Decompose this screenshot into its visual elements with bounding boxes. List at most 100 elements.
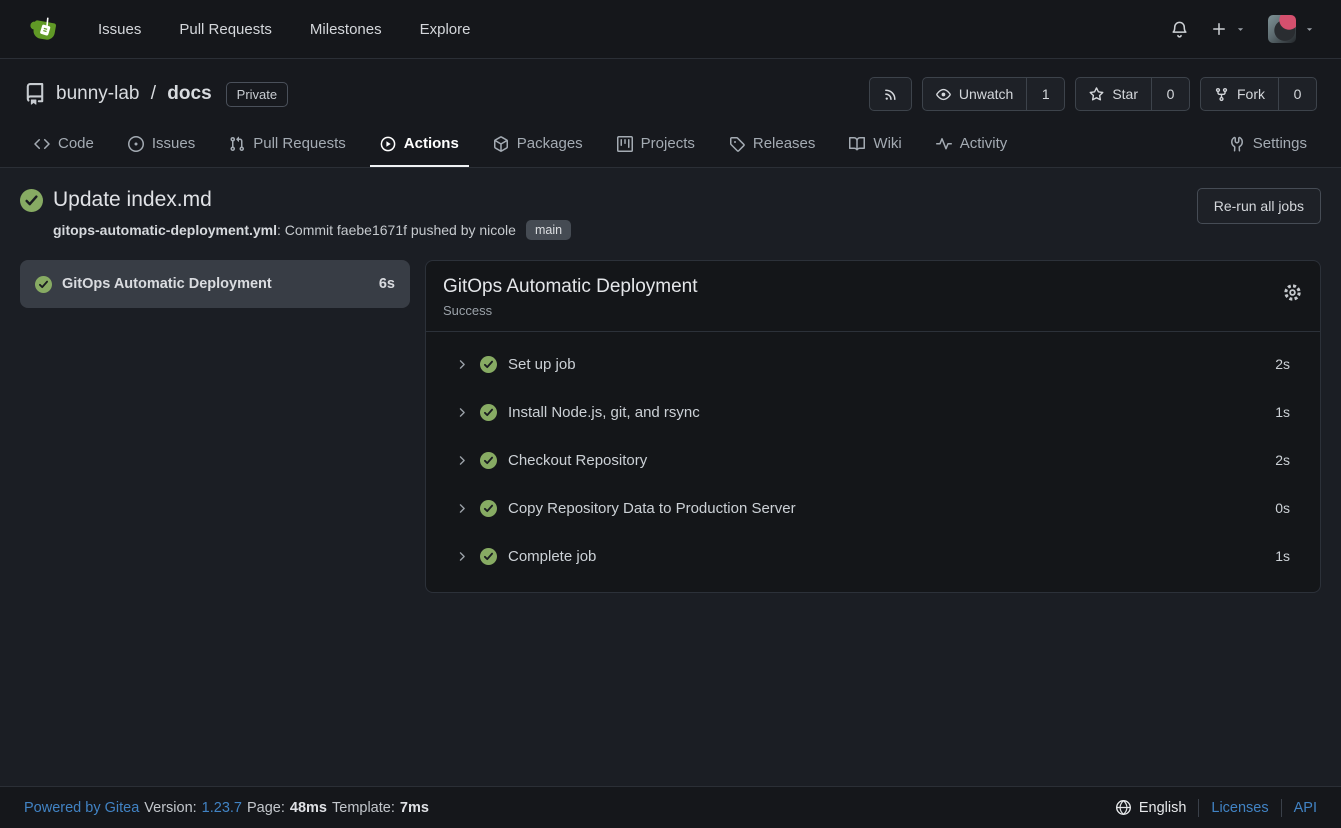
user-avatar (1268, 15, 1296, 43)
licenses-link[interactable]: Licenses (1211, 800, 1268, 816)
run-title: Update index.md (53, 188, 212, 212)
job-status: Success (443, 303, 698, 318)
success-check-icon (480, 500, 497, 517)
step-duration: 2s (1275, 356, 1290, 372)
repo-tabs: Code Issues Pull Requests Actions Packag… (24, 123, 1317, 167)
nav-link-issues[interactable]: Issues (98, 21, 141, 38)
watchers-count[interactable]: 1 (1026, 78, 1064, 110)
step-row[interactable]: Copy Repository Data to Production Serve… (426, 484, 1320, 532)
step-name: Complete job (508, 548, 596, 565)
tab-label: Wiki (873, 135, 901, 152)
rss-button[interactable] (869, 77, 912, 111)
user-menu-dropdown[interactable] (1268, 15, 1315, 43)
success-check-icon (480, 404, 497, 421)
step-duration: 1s (1275, 404, 1290, 420)
repo-header: bunny-lab / docs Private Unwatch 1 (0, 59, 1341, 168)
tab-actions[interactable]: Actions (370, 123, 469, 167)
template-time: 7ms (400, 800, 429, 816)
job-duration: 6s (379, 276, 395, 292)
chevron-right-icon[interactable] (456, 502, 469, 515)
success-check-icon (20, 189, 43, 212)
unwatch-button[interactable]: Unwatch (923, 78, 1026, 110)
language-label: English (1139, 800, 1187, 816)
step-list: Set up job 2s Install Node.js, git, and … (426, 332, 1320, 592)
tab-settings[interactable]: Settings (1219, 123, 1317, 167)
star-label: Star (1112, 86, 1138, 102)
fork-button[interactable]: Fork (1201, 78, 1278, 110)
success-check-icon (35, 276, 52, 293)
repo-separator: / (151, 83, 156, 104)
job-list: GitOps Automatic Deployment 6s (20, 260, 410, 308)
tab-label: Releases (753, 135, 816, 152)
step-name: Copy Repository Data to Production Serve… (508, 500, 796, 517)
tab-label: Projects (641, 135, 695, 152)
tab-pull-requests[interactable]: Pull Requests (219, 123, 356, 167)
success-check-icon (480, 548, 497, 565)
chevron-right-icon[interactable] (456, 406, 469, 419)
nav-link-milestones[interactable]: Milestones (310, 21, 382, 38)
repo-icon (24, 83, 46, 105)
code-icon (34, 136, 50, 152)
step-row[interactable]: Install Node.js, git, and rsync 1s (426, 388, 1320, 436)
unwatch-label: Unwatch (959, 86, 1013, 102)
tab-projects[interactable]: Projects (607, 123, 705, 167)
repo-name-link[interactable]: docs (167, 83, 211, 104)
star-button[interactable]: Star (1076, 78, 1151, 110)
bell-icon (1170, 20, 1189, 39)
branch-badge[interactable]: main (526, 220, 571, 240)
play-circle-icon (380, 136, 396, 152)
gear-icon[interactable] (1282, 282, 1303, 303)
step-duration: 0s (1275, 500, 1290, 516)
gitea-logo-icon[interactable] (26, 11, 62, 47)
rerun-all-jobs-button[interactable]: Re-run all jobs (1197, 188, 1321, 224)
nav-link-explore[interactable]: Explore (420, 21, 471, 38)
book-icon (849, 136, 865, 152)
page-label: Page: (247, 800, 285, 816)
tab-label: Activity (960, 135, 1008, 152)
tab-label: Settings (1253, 135, 1307, 152)
step-duration: 1s (1275, 548, 1290, 564)
step-name: Checkout Repository (508, 452, 647, 469)
step-duration: 2s (1275, 452, 1290, 468)
template-label: Template: (332, 800, 395, 816)
pulse-icon (936, 136, 952, 152)
job-detail-title: GitOps Automatic Deployment (443, 276, 698, 298)
chevron-right-icon[interactable] (456, 358, 469, 371)
chevron-down-icon (1235, 24, 1246, 35)
version-link[interactable]: 1.23.7 (202, 800, 242, 816)
notifications-button[interactable] (1170, 20, 1189, 39)
forks-count[interactable]: 0 (1278, 78, 1316, 110)
chevron-down-icon (1304, 24, 1315, 35)
tab-releases[interactable]: Releases (719, 123, 826, 167)
repo-breadcrumb: bunny-lab / docs (56, 83, 212, 105)
top-navbar: Issues Pull Requests Milestones Explore (0, 0, 1341, 59)
plus-icon (1211, 21, 1227, 37)
step-row[interactable]: Set up job 2s (426, 340, 1320, 388)
api-link[interactable]: API (1294, 800, 1317, 816)
job-detail-panel: GitOps Automatic Deployment Success Set … (425, 260, 1321, 593)
job-detail-header: GitOps Automatic Deployment Success (426, 261, 1320, 332)
footer: Powered by Gitea Version: 1.23.7 Page: 4… (0, 786, 1341, 828)
rss-icon (883, 87, 898, 102)
tab-wiki[interactable]: Wiki (839, 123, 911, 167)
language-selector[interactable]: English (1115, 799, 1187, 816)
tab-code[interactable]: Code (24, 123, 104, 167)
nav-link-pull-requests[interactable]: Pull Requests (179, 21, 272, 38)
tab-activity[interactable]: Activity (926, 123, 1018, 167)
workflow-file-link[interactable]: gitops-automatic-deployment.yml (53, 222, 277, 238)
step-row[interactable]: Checkout Repository 2s (426, 436, 1320, 484)
powered-by-gitea-link[interactable]: Powered by Gitea (24, 800, 139, 816)
tab-label: Actions (404, 135, 459, 152)
globe-icon (1115, 799, 1132, 816)
chevron-right-icon[interactable] (456, 454, 469, 467)
repo-owner-link[interactable]: bunny-lab (56, 83, 139, 104)
eye-icon (936, 87, 951, 102)
tab-label: Issues (152, 135, 195, 152)
create-new-dropdown[interactable] (1211, 21, 1246, 37)
stars-count[interactable]: 0 (1151, 78, 1189, 110)
tab-issues[interactable]: Issues (118, 123, 205, 167)
chevron-right-icon[interactable] (456, 550, 469, 563)
step-row[interactable]: Complete job 1s (426, 532, 1320, 580)
tab-packages[interactable]: Packages (483, 123, 593, 167)
job-list-item[interactable]: GitOps Automatic Deployment 6s (20, 260, 410, 308)
